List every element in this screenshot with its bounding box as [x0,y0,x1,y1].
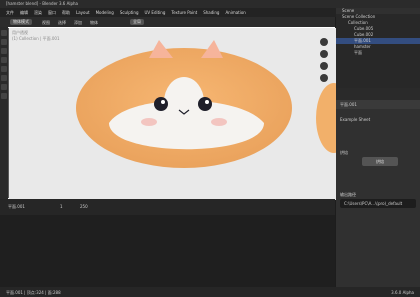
status-left: 平面.001 | 顶点:324 | 面:288 [6,290,61,295]
add-menu[interactable]: 添加 [74,20,82,26]
window-title: [hamster blend] - Blender 3.6 Alpha [6,1,78,6]
move-tool-icon[interactable] [1,48,7,54]
properties-editor[interactable]: 平面.001 Example Sheet 烘焙 烘焙 输出路径 C:\Users… [336,100,420,287]
camera-icon[interactable] [320,62,328,70]
timeline-start[interactable]: 1 [60,204,63,209]
object-name[interactable]: 平面.001 [336,100,420,109]
output-path-label: 输出路径 [340,192,356,197]
menu-item[interactable]: 窗口 [48,8,56,17]
zoom-icon[interactable] [320,38,328,46]
viewport-header: 物体模式 视图 选择 添加 物体 全局 [0,17,335,27]
panel-title: Example Sheet [340,117,371,122]
timeline: 平面.001 1 250 [0,199,335,215]
transform-tool-icon[interactable] [1,75,7,81]
menu-item[interactable]: Layout [76,8,90,17]
bake-button[interactable]: 烘焙 [362,157,398,166]
mode-dropdown[interactable]: 物体模式 [10,19,32,25]
title-bar: [hamster blend] - Blender 3.6 Alpha [0,0,420,8]
output-path-field[interactable]: C:\Users\PC\A...\(pro)_default [340,199,416,208]
menu-item[interactable]: Shading [203,8,219,17]
pan-icon[interactable] [320,50,328,58]
annotate-tool-icon[interactable] [1,84,7,90]
menu-item[interactable]: Animation [225,8,245,17]
bake-label: 烘焙 [340,150,348,155]
status-right: 3.6.0 Alpha [391,290,414,295]
rotate-tool-icon[interactable] [1,57,7,63]
select-tool-icon[interactable] [1,30,7,36]
3d-viewport[interactable]: 用户透视 (1) Collection | 平面.001 [0,27,336,200]
measure-tool-icon[interactable] [1,93,7,99]
timeline-object: 平面.001 [8,204,25,209]
outliner-item[interactable]: 平面 [336,50,420,56]
status-bar: 平面.001 | 顶点:324 | 面:288 3.6.0 Alpha [0,287,420,297]
menu-item[interactable]: Sculpting [120,8,139,17]
cursor-tool-icon[interactable] [1,39,7,45]
viewport-canvas[interactable]: 用户透视 (1) Collection | 平面.001 [9,28,336,200]
object-menu[interactable]: 物体 [90,20,98,26]
select-menu[interactable]: 选择 [58,20,66,26]
scale-tool-icon[interactable] [1,66,7,72]
menu-item[interactable]: 帮助 [62,8,70,17]
hamster-render [76,40,336,168]
outliner[interactable]: Scene Scene Collection Collection Cube.005… [336,8,420,88]
menu-item[interactable]: UV Editing [145,8,166,17]
navigation-gizmo[interactable] [320,38,328,86]
menu-item[interactable]: 文件 [6,8,14,17]
menu-item[interactable]: Texture Paint [171,8,197,17]
grid-icon[interactable] [320,74,328,82]
view-menu[interactable]: 视图 [42,20,50,26]
menu-item[interactable]: 编辑 [20,8,28,17]
tool-shelf [0,27,8,199]
bottom-area [0,215,335,287]
menu-item[interactable]: Modeling [96,8,114,17]
timeline-end[interactable]: 250 [80,204,88,209]
menu-item[interactable]: 渲染 [34,8,42,17]
transform-orientation[interactable]: 全局 [130,19,144,25]
